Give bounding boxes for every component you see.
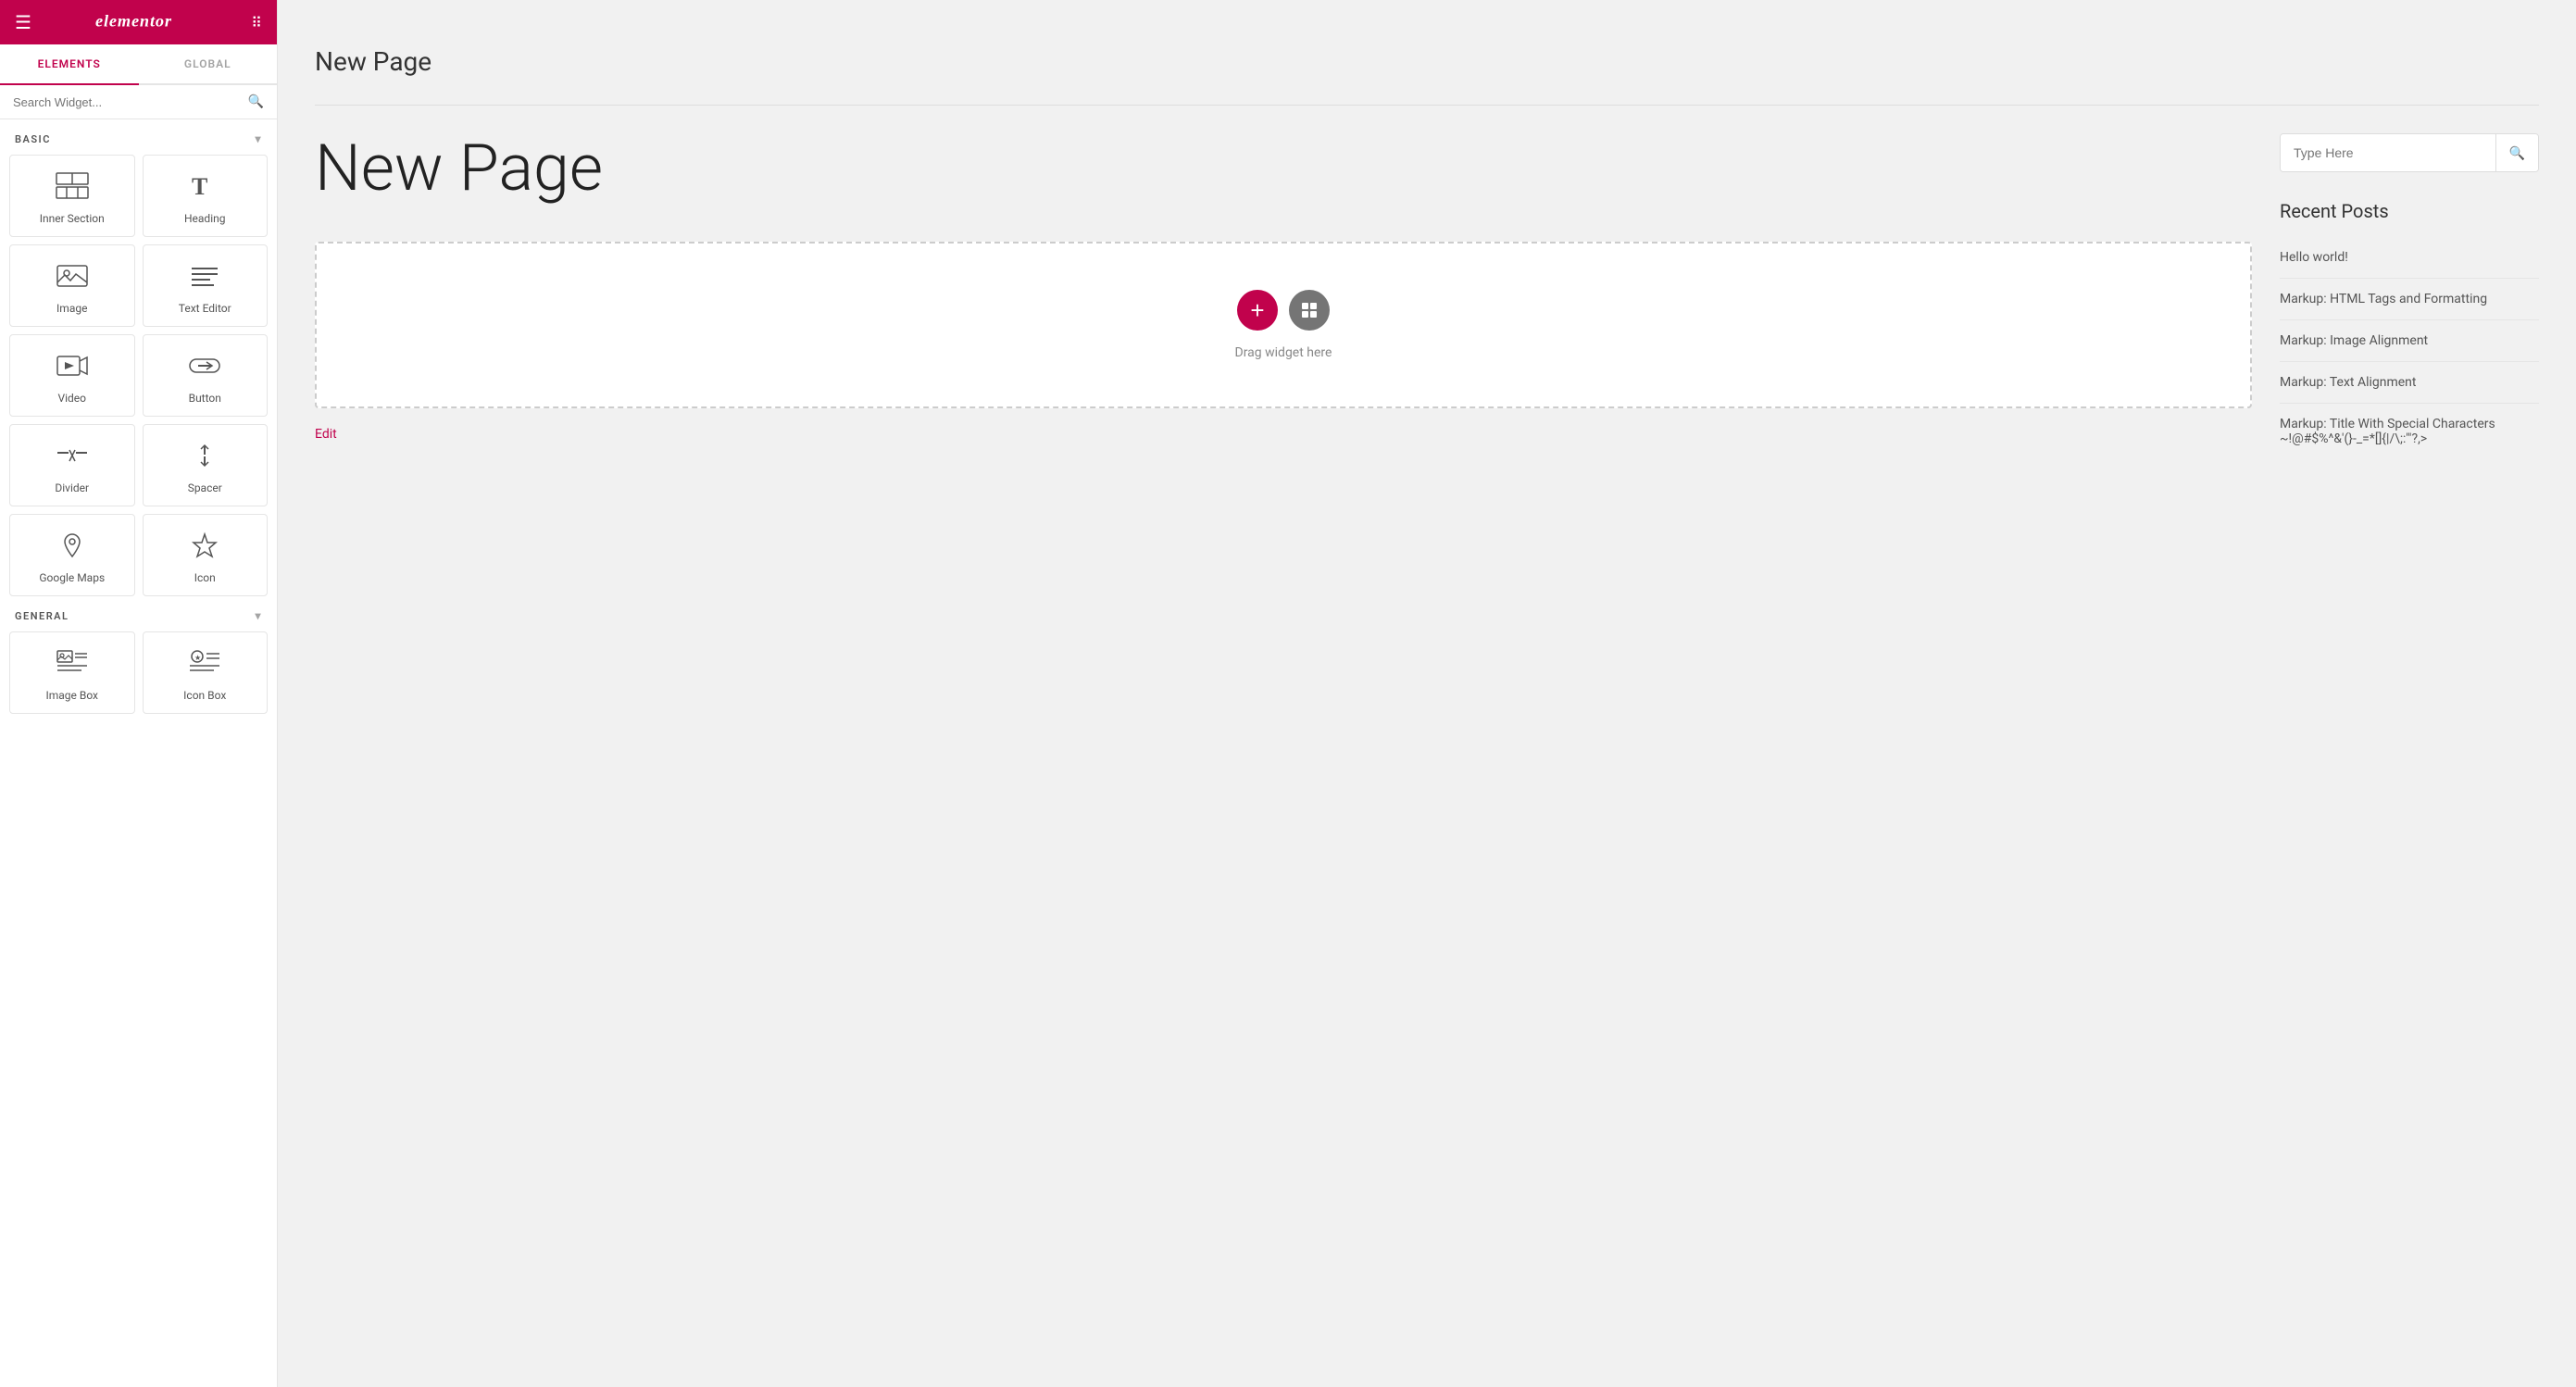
- widget-icon-label: Icon: [194, 571, 216, 584]
- widget-list: Basic ▾ Inner Section: [0, 119, 277, 1387]
- divider-icon: [56, 442, 89, 474]
- drag-hint: Drag widget here: [1235, 345, 1332, 360]
- svg-text:★: ★: [194, 654, 201, 662]
- icon-icon: [188, 531, 221, 564]
- search-icon[interactable]: 🔍: [248, 94, 264, 109]
- widget-image-box-label: Image Box: [45, 689, 98, 702]
- heading-icon: T: [188, 172, 221, 205]
- widget-image[interactable]: Image: [9, 244, 135, 327]
- recent-post-item[interactable]: Markup: HTML Tags and Formatting: [2280, 279, 2539, 320]
- svg-text:T: T: [192, 173, 207, 200]
- widget-inner-section[interactable]: Inner Section: [9, 155, 135, 237]
- main-area: New Page New Page +: [278, 0, 2576, 1387]
- panel-tabs: Elements Global: [0, 44, 277, 85]
- widget-google-maps[interactable]: Google Maps: [9, 514, 135, 596]
- widget-spacer-label: Spacer: [188, 481, 222, 494]
- sidebar-search-widget: 🔍: [2280, 133, 2539, 172]
- search-container: 🔍: [0, 85, 277, 119]
- canvas-divider: [315, 105, 2539, 106]
- edit-link[interactable]: Edit: [315, 427, 2252, 442]
- basic-widget-grid: Inner Section T Heading: [9, 155, 268, 596]
- recent-posts-list: Hello world! Markup: HTML Tags and Forma…: [2280, 237, 2539, 459]
- recent-post-item[interactable]: Hello world!: [2280, 237, 2539, 279]
- widget-video[interactable]: Video: [9, 334, 135, 417]
- hamburger-icon[interactable]: ☰: [15, 11, 31, 33]
- section-general-header[interactable]: General ▾: [9, 596, 268, 631]
- logo: elementor: [95, 7, 188, 38]
- image-box-icon: [56, 649, 89, 681]
- recent-post-item[interactable]: Markup: Image Alignment: [2280, 320, 2539, 362]
- recent-posts-title: Recent Posts: [2280, 200, 2539, 222]
- video-icon: [56, 352, 89, 384]
- widget-icon[interactable]: Icon: [143, 514, 269, 596]
- chevron-down-icon: ▾: [255, 132, 262, 145]
- template-button[interactable]: [1289, 290, 1330, 331]
- widget-image-label: Image: [56, 302, 87, 315]
- inner-section-icon: [56, 172, 89, 205]
- widget-text-editor-label: Text Editor: [179, 302, 231, 315]
- chevron-down-icon-general: ▾: [255, 609, 262, 622]
- page-content-area: New Page + Dr: [315, 133, 2252, 442]
- section-basic-header[interactable]: Basic ▾: [9, 119, 268, 155]
- recent-post-item[interactable]: Markup: Title With Special Characters ~!…: [2280, 404, 2539, 459]
- text-editor-icon: [188, 262, 221, 294]
- add-widget-button[interactable]: +: [1237, 290, 1278, 331]
- widget-icon-box-label: Icon Box: [183, 689, 226, 702]
- section-basic-label: Basic: [15, 133, 51, 145]
- general-widget-grid: Image Box ★ Icon Box: [9, 631, 268, 714]
- left-panel: ☰ elementor ⠿ Elements Global 🔍 Basic ▾: [0, 0, 278, 1387]
- widget-button[interactable]: Button: [143, 334, 269, 417]
- widget-image-box[interactable]: Image Box: [9, 631, 135, 714]
- grid-icon[interactable]: ⠿: [251, 14, 262, 31]
- widget-google-maps-label: Google Maps: [39, 571, 105, 584]
- svg-text:elementor: elementor: [95, 11, 172, 30]
- widget-divider[interactable]: Divider: [9, 424, 135, 506]
- tab-global[interactable]: Global: [139, 44, 278, 85]
- tab-elements[interactable]: Elements: [0, 44, 139, 85]
- image-icon: [56, 262, 89, 294]
- page-title-top: New Page: [315, 28, 2539, 105]
- big-page-title: New Page: [315, 133, 2252, 205]
- spacer-icon: [188, 442, 221, 474]
- widget-video-label: Video: [57, 392, 86, 405]
- button-icon: [188, 352, 221, 384]
- drag-buttons: +: [1237, 290, 1330, 331]
- widget-button-label: Button: [189, 392, 221, 405]
- widget-inner-section-label: Inner Section: [40, 212, 105, 225]
- drag-zone: + Drag widget here: [315, 242, 2252, 408]
- top-bar: ☰ elementor ⠿: [0, 0, 277, 44]
- right-sidebar: 🔍 Recent Posts Hello world! Markup: HTML…: [2280, 133, 2539, 459]
- sidebar-search-input[interactable]: [2281, 134, 2495, 171]
- search-input[interactable]: [13, 95, 241, 109]
- widget-divider-label: Divider: [55, 481, 89, 494]
- widget-spacer[interactable]: Spacer: [143, 424, 269, 506]
- google-maps-icon: [56, 531, 89, 564]
- section-general-label: General: [15, 610, 69, 622]
- widget-heading-label: Heading: [184, 212, 226, 225]
- recent-post-item[interactable]: Markup: Text Alignment: [2280, 362, 2539, 404]
- icon-box-icon: ★: [188, 649, 221, 681]
- widget-heading[interactable]: T Heading: [143, 155, 269, 237]
- sidebar-search-button[interactable]: 🔍: [2495, 134, 2538, 171]
- widget-text-editor[interactable]: Text Editor: [143, 244, 269, 327]
- widget-icon-box[interactable]: ★ Icon Box: [143, 631, 269, 714]
